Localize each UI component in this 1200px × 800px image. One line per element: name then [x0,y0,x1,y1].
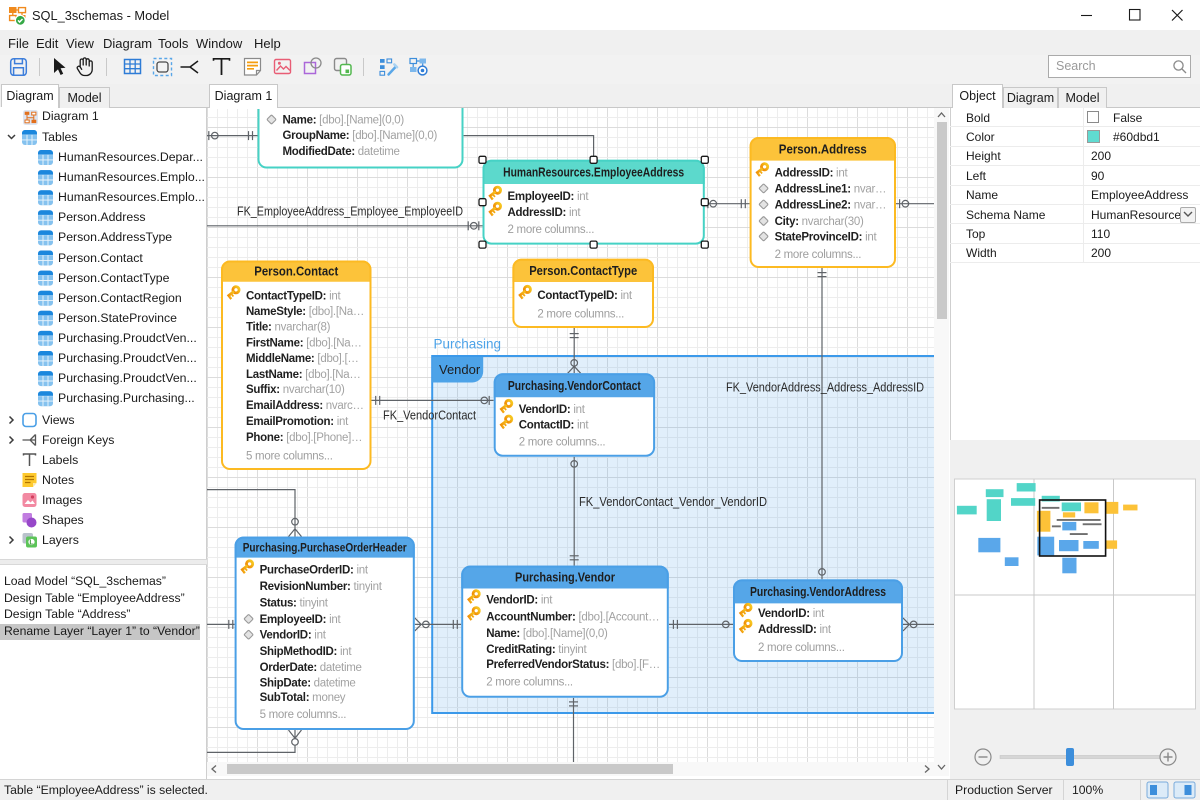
svg-text:ContactTypeID: int: ContactTypeID: int [246,290,342,302]
svg-text:AddressLine1: nvar…: AddressLine1: nvar… [775,183,887,195]
svg-text:Person.Address: Person.Address [779,141,867,156]
svg-text:AddressID: int: AddressID: int [775,167,849,179]
svg-text:ContactID: int: ContactID: int [519,420,590,432]
svg-text:FK_EmployeeAddress_Employee_Em: FK_EmployeeAddress_Employee_EmployeeID [237,205,463,219]
svg-text:LastName: [dbo].[Na…: LastName: [dbo].[Na… [246,369,361,381]
svg-text:EmployeeID: int: EmployeeID: int [508,191,590,203]
svg-text:StateProvinceID: int: StateProvinceID: int [775,231,878,243]
svg-text:FK_VendorAddress_Address_Addre: FK_VendorAddress_Address_AddressID [726,381,924,395]
svg-text:ShipMethodID: int: ShipMethodID: int [260,646,353,658]
svg-text:Name: [dbo].[Name](0,0): Name: [dbo].[Name](0,0) [283,115,405,127]
svg-text:Purchasing.VendorAddress: Purchasing.VendorAddress [750,584,886,599]
svg-text:Suffix: nvarchar(10): Suffix: nvarchar(10) [246,384,345,396]
svg-text:VendorID: int: VendorID: int [260,630,327,642]
svg-text:GroupName: [dbo].[Name](0,0): GroupName: [dbo].[Name](0,0) [283,130,438,142]
svg-text:AddressLine2: nvar…: AddressLine2: nvar… [775,199,887,211]
svg-text:VendorID: int: VendorID: int [486,594,553,606]
svg-text:Purchasing.Vendor: Purchasing.Vendor [515,570,615,585]
svg-text:HumanResources.EmployeeAddress: HumanResources.EmployeeAddress [503,164,684,179]
svg-text:OrderDate: datetime: OrderDate: datetime [260,662,362,674]
svg-text:2 more columns...: 2 more columns... [486,677,573,689]
svg-text:2 more columns...: 2 more columns... [775,249,862,261]
svg-text:2 more columns...: 2 more columns... [519,437,606,449]
svg-text:ModifiedDate: datetime: ModifiedDate: datetime [283,146,400,158]
svg-text:AddressID: int: AddressID: int [758,624,832,636]
svg-text:Person.ContactType: Person.ContactType [529,263,637,278]
svg-text:FirstName: [dbo].[Na…: FirstName: [dbo].[Na… [246,337,362,349]
svg-text:5 more columns...: 5 more columns... [260,709,347,721]
svg-text:2 more columns...: 2 more columns... [508,224,595,236]
svg-text:VendorID: int: VendorID: int [519,404,586,416]
svg-text:ContactTypeID: int: ContactTypeID: int [537,290,633,302]
svg-text:RevisionNumber: tinyint: RevisionNumber: tinyint [260,581,383,593]
svg-text:CreditRating: tinyint: CreditRating: tinyint [486,644,587,656]
svg-text:AccountNumber: [dbo].[Account…: AccountNumber: [dbo].[Account… [486,611,659,623]
svg-text:Purchasing: Purchasing [434,337,502,352]
svg-text:Title: nvarchar(8): Title: nvarchar(8) [246,322,331,334]
svg-text:2 more columns...: 2 more columns... [758,642,845,654]
svg-text:ShipDate: datetime: ShipDate: datetime [260,678,356,690]
svg-text:City: nvarchar(30): City: nvarchar(30) [775,216,864,228]
svg-text:5 more columns...: 5 more columns... [246,451,333,463]
svg-text:EmailAddress: nvarc…: EmailAddress: nvarc… [246,400,364,412]
svg-text:L: L [29,540,34,547]
svg-text:Status: tinyint: Status: tinyint [260,597,329,609]
svg-text:Phone: [dbo].[Phone]…: Phone: [dbo].[Phone]… [246,432,362,444]
svg-text:SubTotal: money: SubTotal: money [260,692,346,704]
svg-text:EmailPromotion: int: EmailPromotion: int [246,416,349,428]
svg-text:EmployeeID: int: EmployeeID: int [260,614,342,626]
svg-text:MiddleName: [dbo].[…: MiddleName: [dbo].[… [246,353,359,365]
svg-text:Vendor: Vendor [439,362,481,377]
svg-text:2 more columns...: 2 more columns... [537,309,624,321]
svg-text:Name: [dbo].[Name](0,0): Name: [dbo].[Name](0,0) [486,628,608,640]
svg-text:PurchaseOrderID: int: PurchaseOrderID: int [260,565,369,577]
svg-text:Purchasing.VendorContact: Purchasing.VendorContact [508,378,642,393]
svg-text:AddressID: int: AddressID: int [508,207,582,219]
svg-text:Purchasing.PurchaseOrderHeader: Purchasing.PurchaseOrderHeader [243,541,407,555]
svg-text:FK_VendorContact: FK_VendorContact [383,409,476,423]
svg-text:PreferredVendorStatus: [dbo].[: PreferredVendorStatus: [dbo].[F… [486,659,660,671]
svg-text:NameStyle: [dbo].[Na…: NameStyle: [dbo].[Na… [246,306,364,318]
svg-text:FK_VendorContact_Vendor_Vendor: FK_VendorContact_Vendor_VendorID [579,495,767,509]
svg-text:VendorID: int: VendorID: int [758,608,825,620]
svg-text:Person.Contact: Person.Contact [254,264,339,279]
